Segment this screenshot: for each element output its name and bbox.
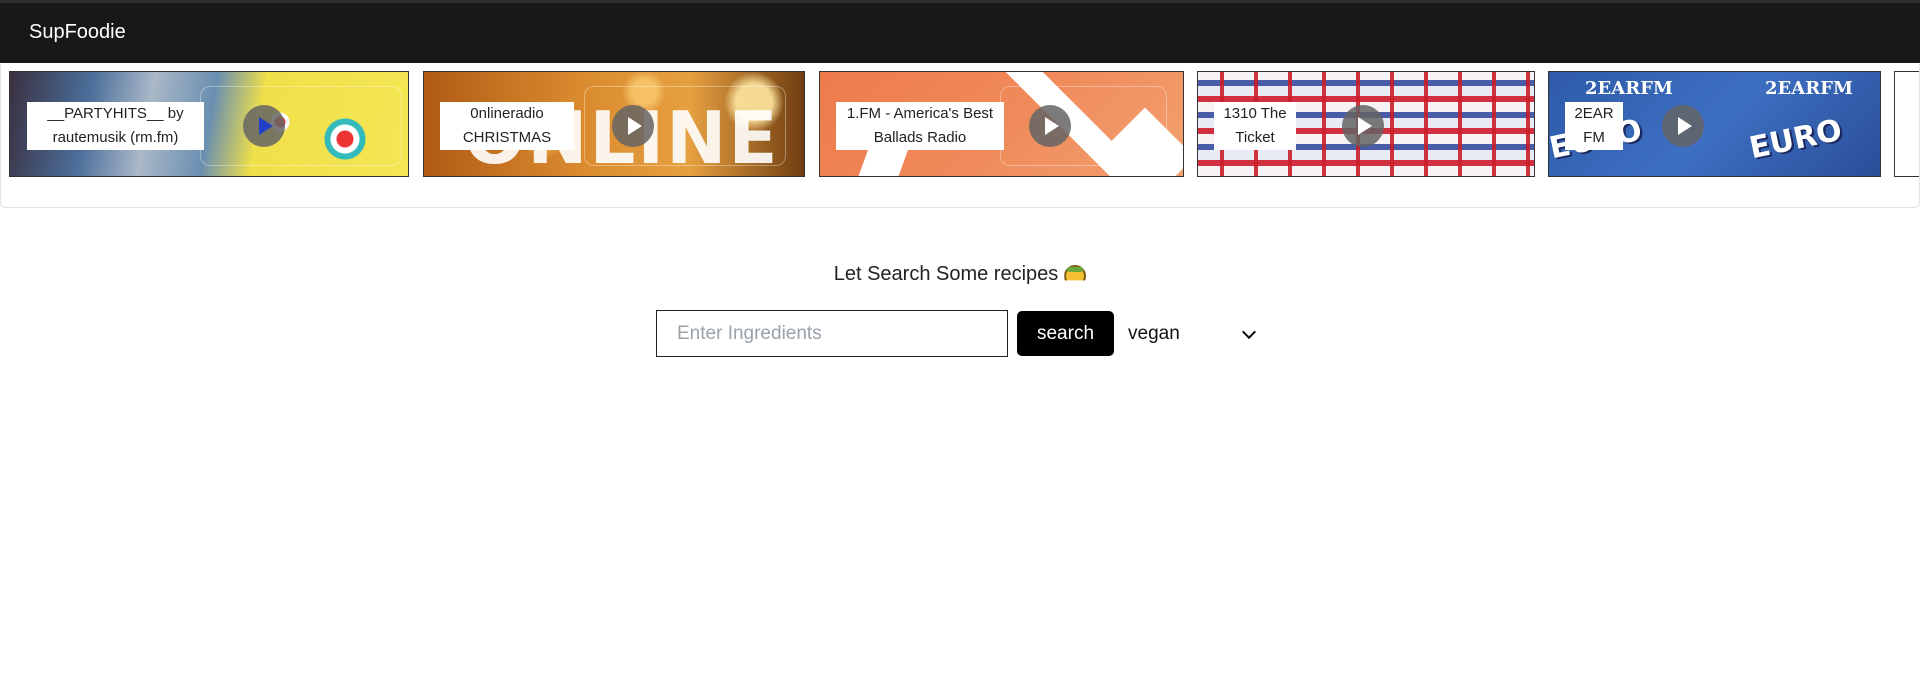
station-overlay	[200, 86, 402, 166]
station-card[interactable]: 2EARFM 2EARFM EURO EURO 2EAR FM	[1548, 71, 1881, 177]
top-navbar: SupFoodie	[0, 0, 1920, 63]
station-overlay	[1000, 86, 1167, 166]
play-icon[interactable]	[1342, 105, 1384, 147]
station-name: 1310 The Ticket	[1214, 102, 1296, 150]
station-name: 0nlineradio CHRISTMAS	[440, 102, 574, 150]
station-card[interactable]: 1.FM - America's Best Ballads Radio	[819, 71, 1184, 177]
play-icon[interactable]	[243, 105, 285, 147]
station-name: 1.FM - America's Best Ballads Radio	[836, 102, 1004, 150]
station-name: __PARTYHITS__ by rautemusik (rm.fm)	[27, 102, 204, 150]
play-icon[interactable]	[1029, 105, 1071, 147]
search-heading: Let Search Some recipes	[0, 261, 1920, 287]
station-card-partial[interactable]	[1894, 71, 1919, 177]
station-name: 2EAR FM	[1565, 102, 1623, 150]
artwork-logo: 2EARFM	[1765, 78, 1853, 99]
station-card[interactable]: 1310 The Ticket	[1197, 71, 1535, 177]
station-artwork	[1895, 72, 1919, 176]
station-card[interactable]: ONLINE RADIO 0nlineradio CHRISTMAS	[423, 71, 805, 177]
diet-select-value: vegan	[1128, 323, 1180, 344]
radio-station-carousel[interactable]: __PARTYHITS__ by rautemusik (rm.fm) ONLI…	[0, 63, 1920, 208]
ingredients-search-input[interactable]	[656, 310, 1008, 357]
chevron-down-icon	[1241, 324, 1257, 340]
play-icon[interactable]	[612, 105, 654, 147]
search-button[interactable]: search	[1017, 311, 1114, 356]
artwork-text: EURO	[1746, 112, 1846, 167]
brand-logo[interactable]: SupFoodie	[29, 20, 126, 44]
taco-icon	[1064, 265, 1086, 281]
station-card[interactable]: __PARTYHITS__ by rautemusik (rm.fm)	[9, 71, 409, 177]
play-icon[interactable]	[1662, 105, 1704, 147]
diet-select[interactable]: vegan	[1122, 314, 1264, 354]
artwork-logo: 2EARFM	[1585, 78, 1673, 99]
